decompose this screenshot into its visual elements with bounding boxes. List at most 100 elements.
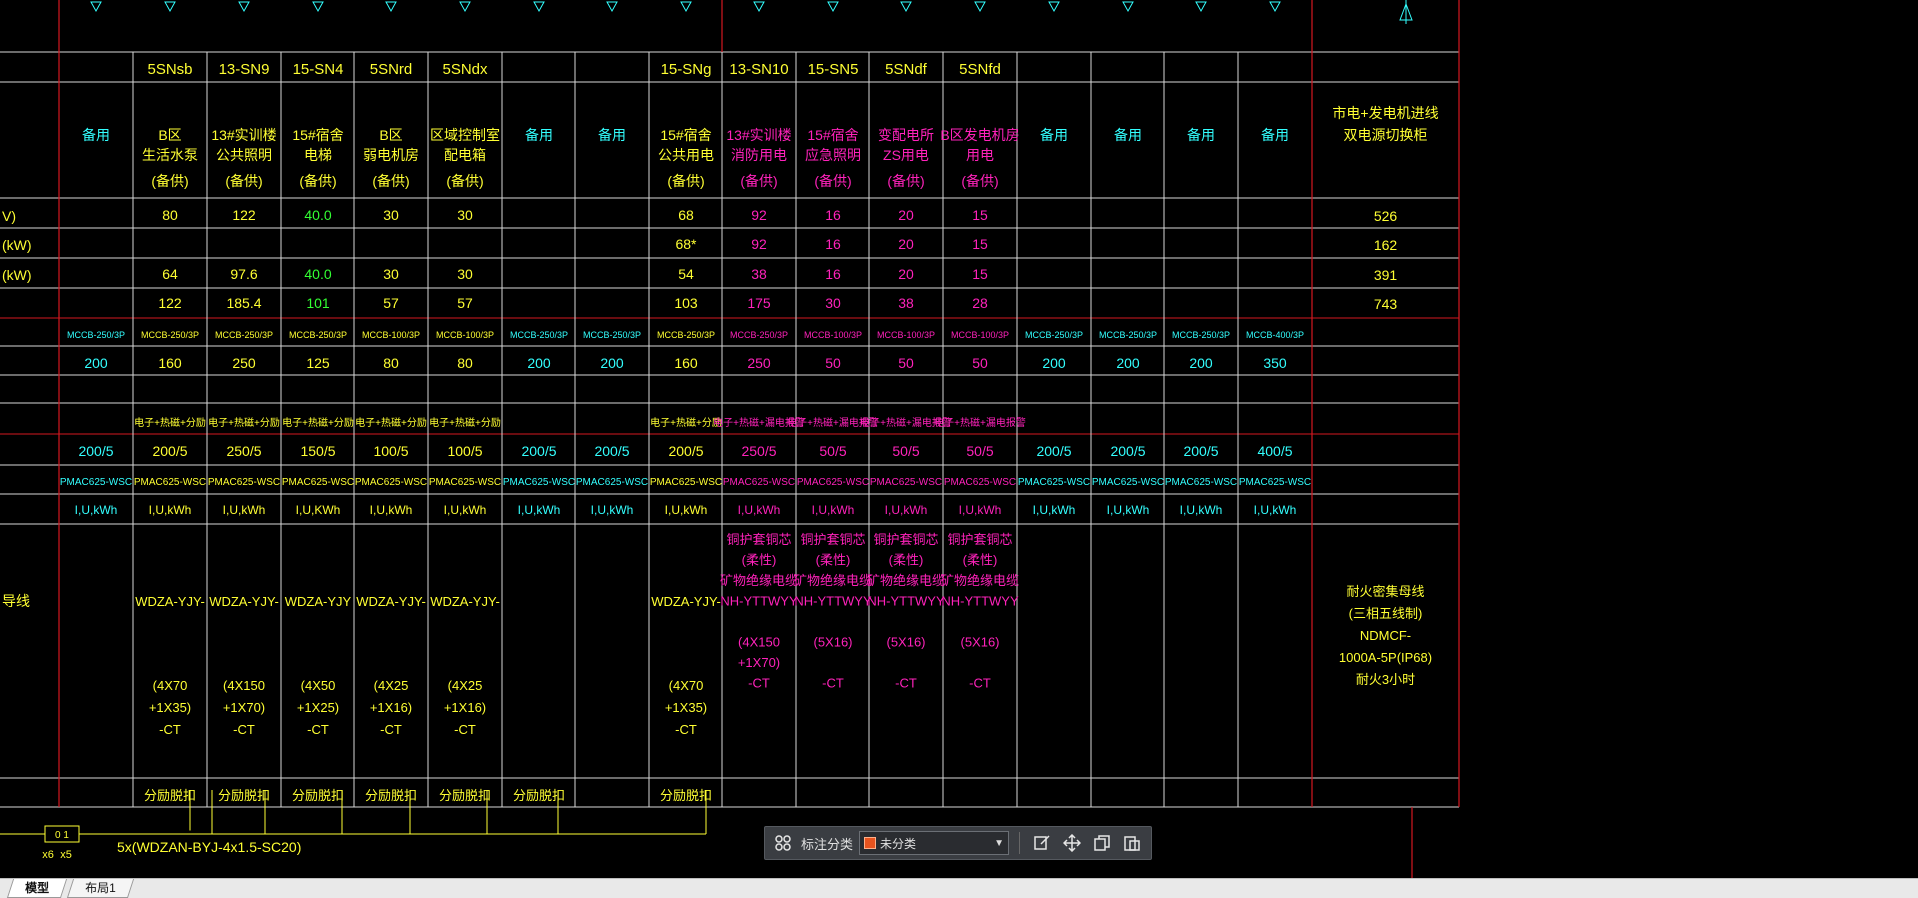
circuit-code: 5SNfd bbox=[959, 61, 1001, 78]
move-icon[interactable] bbox=[1060, 831, 1084, 855]
cad-drawing-canvas[interactable]: V) (kW) (kW) 导线 备用 MCCB-250/3P 200 200/5 PMAC625… bbox=[0, 0, 1918, 898]
grid-icon[interactable] bbox=[771, 831, 795, 855]
edit-icon[interactable] bbox=[1030, 831, 1054, 855]
cable-spec: -CT bbox=[969, 676, 991, 691]
cable-spec: 矿物绝缘电缆 bbox=[720, 573, 798, 588]
rated-current: 50 bbox=[972, 355, 988, 371]
row-label: 导线 bbox=[2, 593, 30, 609]
cable-spec: (4X70 bbox=[669, 678, 704, 693]
terminal-label: x5 bbox=[60, 849, 72, 861]
cable-spec: (柔性) bbox=[742, 553, 777, 568]
circuit-code: 15-SNg bbox=[661, 61, 712, 78]
circuit-usage: (备供) bbox=[887, 173, 924, 189]
installed-power: 30 bbox=[383, 207, 399, 223]
ct-ratio: 100/5 bbox=[447, 443, 482, 459]
cable-spec: -CT bbox=[822, 676, 844, 691]
circuit-usage: 区域控制室 bbox=[430, 127, 500, 143]
rated-current: 200 bbox=[600, 355, 624, 371]
installed-power: 122 bbox=[232, 207, 256, 223]
summary-cable-spec: 耐火密集母线 bbox=[1346, 584, 1424, 599]
calc-current: 175 bbox=[747, 295, 771, 311]
calc-current: 101 bbox=[306, 295, 330, 311]
trip-unit: 电子+热磁+分励 bbox=[355, 416, 427, 429]
circuit-usage: 消防用电 bbox=[731, 147, 787, 163]
cable-spec: +1X70) bbox=[223, 700, 265, 715]
cable-spec: WDZA-YJY- bbox=[356, 594, 426, 609]
measure-items: I,U,kWh bbox=[1254, 503, 1297, 517]
measure-items: I,U,kWh bbox=[665, 503, 708, 517]
meter-model: PMAC625-WSC bbox=[1092, 477, 1164, 488]
feeder-marker-icon bbox=[753, 1, 765, 13]
ct-ratio: 400/5 bbox=[1257, 443, 1292, 459]
circuit-usage: (备供) bbox=[961, 173, 998, 189]
calc-current: 38 bbox=[898, 295, 914, 311]
installed-power: 16 bbox=[825, 207, 841, 223]
circuit-usage: 备用 bbox=[525, 127, 553, 143]
feeder-marker-icon bbox=[312, 1, 324, 13]
row-label: V) bbox=[2, 208, 16, 224]
cable-spec: 铜护套铜芯 bbox=[873, 532, 938, 547]
summary-cable-spec: 1000A-5P(IP68) bbox=[1339, 650, 1432, 665]
meter-model: PMAC625-WSC bbox=[1165, 477, 1237, 488]
ct-ratio: 200/5 bbox=[1110, 443, 1145, 459]
circuit-usage: B区 bbox=[158, 127, 181, 143]
circuit-usage: ZS用电 bbox=[883, 147, 929, 163]
calc-power: 92 bbox=[751, 236, 767, 252]
measure-items: I,U,kWh bbox=[885, 503, 928, 517]
cable-spec: 铜护套铜芯 bbox=[947, 532, 1012, 547]
circuit-usage: 公共照明 bbox=[216, 147, 272, 163]
demand-power: 16 bbox=[825, 266, 841, 282]
meter-model: PMAC625-WSC bbox=[134, 477, 206, 488]
breaker-model: MCCB-250/3P bbox=[67, 330, 125, 340]
cable-spec: (4X50 bbox=[301, 678, 336, 693]
paste-icon[interactable] bbox=[1120, 831, 1144, 855]
annotation-toolbar: 标注分类 未分类 ▼ bbox=[764, 826, 1152, 860]
trip-note: 分励脱扣 bbox=[365, 788, 417, 803]
copy-icon[interactable] bbox=[1090, 831, 1114, 855]
cable-spec: -CT bbox=[159, 722, 181, 737]
layout-tab-bar: 模型 布局1 bbox=[0, 878, 1918, 898]
cable-spec: -CT bbox=[380, 722, 402, 737]
circuit-code: 5SNrd bbox=[370, 61, 413, 78]
installed-power: 92 bbox=[751, 207, 767, 223]
meter-model: PMAC625-WSC bbox=[355, 477, 427, 488]
calc-current: 57 bbox=[457, 295, 473, 311]
meter-model: PMAC625-WSC bbox=[723, 477, 795, 488]
feeder-marker-icon bbox=[533, 1, 545, 13]
meter-model: PMAC625-WSC bbox=[797, 477, 869, 488]
ct-ratio: 200/5 bbox=[668, 443, 703, 459]
circuit-usage: 电梯 bbox=[304, 147, 332, 163]
circuit-usage: B区发电机房 bbox=[940, 127, 1019, 143]
circuit-usage: (备供) bbox=[740, 173, 777, 189]
installed-power: 68 bbox=[678, 207, 694, 223]
tab-model[interactable]: 模型 bbox=[6, 879, 68, 898]
circuit-usage: 13#实训楼 bbox=[211, 127, 276, 143]
feeder-marker-icon bbox=[827, 1, 839, 13]
annotation-category-select[interactable]: 未分类 ▼ bbox=[859, 831, 1010, 855]
circuit-usage: (备供) bbox=[299, 173, 336, 189]
demand-power: 30 bbox=[383, 266, 399, 282]
circuit-usage: 13#实训楼 bbox=[726, 127, 791, 143]
calc-power: 16 bbox=[825, 236, 841, 252]
cable-spec: -CT bbox=[675, 722, 697, 737]
terminal-label: x6 bbox=[42, 849, 54, 861]
ct-ratio: 150/5 bbox=[300, 443, 335, 459]
tab-layout1[interactable]: 布局1 bbox=[66, 879, 134, 898]
meter-model: PMAC625-WSC bbox=[282, 477, 354, 488]
installed-power: 80 bbox=[162, 207, 178, 223]
cable-spec: (5X16) bbox=[813, 635, 852, 650]
feeder-marker-icon bbox=[459, 1, 471, 13]
measure-items: I,U,kWh bbox=[75, 503, 118, 517]
demand-power: 64 bbox=[162, 266, 178, 282]
category-color-swatch bbox=[864, 837, 877, 849]
cable-spec: (柔性) bbox=[963, 553, 998, 568]
cable-spec: 铜护套铜芯 bbox=[800, 532, 865, 547]
breaker-model: MCCB-250/3P bbox=[215, 330, 273, 340]
feeder-marker-icon bbox=[238, 1, 250, 13]
cable-spec: (5X16) bbox=[960, 635, 999, 650]
calc-current: 185.4 bbox=[226, 295, 261, 311]
ct-ratio: 200/5 bbox=[521, 443, 556, 459]
breaker-model: MCCB-250/3P bbox=[289, 330, 347, 340]
feeder-marker-icon bbox=[1048, 1, 1060, 13]
circuit-usage: 15#宿舍 bbox=[660, 127, 711, 143]
